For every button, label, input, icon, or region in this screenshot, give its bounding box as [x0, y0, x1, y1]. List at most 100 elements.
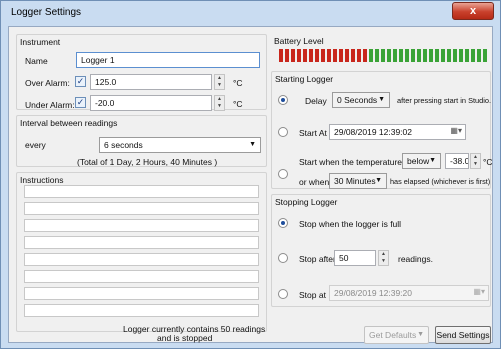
battery-segment — [375, 49, 379, 62]
stop-at-value: 29/08/2019 12:39:20 — [334, 288, 412, 298]
stop-when-full-label: Stop when the logger is full — [299, 219, 402, 229]
battery-segment — [459, 49, 463, 62]
or-when-select-value: 30 Minutes — [334, 176, 376, 186]
battery-segment — [357, 49, 361, 62]
send-settings-button[interactable]: Send Settings — [435, 326, 491, 344]
battery-level-label: Battery Level — [274, 36, 324, 46]
battery-segment — [381, 49, 385, 62]
over-alarm-stepper[interactable]: ▲ ▼ — [214, 74, 225, 90]
instructions-line[interactable] — [24, 185, 259, 198]
calendar-icon[interactable]: ▦▾ — [450, 126, 462, 136]
battery-segment — [303, 49, 307, 62]
instrument-group-title: Instrument — [20, 37, 61, 47]
spin-down-icon: ▼ — [217, 82, 222, 88]
instructions-line[interactable] — [24, 219, 259, 232]
stop-at-radio[interactable] — [278, 289, 288, 299]
under-alarm-unit: °C — [233, 99, 243, 109]
battery-segment — [327, 49, 331, 62]
temperature-condition-value: below — [407, 156, 430, 166]
start-temperature-field[interactable]: -38.0 — [445, 153, 469, 169]
stop-after-suffix: readings. — [398, 254, 433, 264]
get-defaults-button[interactable]: Get Defaults ▼ — [364, 326, 429, 344]
stop-at-datetime-field[interactable]: 29/08/2019 12:39:20 ▦▾ — [329, 285, 489, 301]
instructions-line[interactable] — [24, 202, 259, 215]
battery-segment — [441, 49, 445, 62]
battery-segment — [477, 49, 481, 62]
battery-segment — [321, 49, 325, 62]
stop-after-label: Stop after — [299, 254, 336, 264]
battery-segment — [363, 49, 367, 62]
battery-segment — [309, 49, 313, 62]
interval-select-value: 6 seconds — [104, 140, 143, 150]
spin-up-icon: ▲ — [217, 96, 222, 102]
battery-segment — [315, 49, 319, 62]
get-defaults-label: Get Defaults — [369, 330, 417, 340]
delay-suffix: after pressing start in Studio. — [397, 96, 492, 105]
battery-segment — [453, 49, 457, 62]
interval-total: (Total of 1 Day, 2 Hours, 40 Minutes ) — [77, 157, 218, 167]
battery-segment — [471, 49, 475, 62]
under-alarm-checkbox[interactable]: ✓ — [75, 97, 86, 108]
chevron-down-icon: ▼ — [375, 177, 382, 184]
over-alarm-field[interactable]: 125.0 — [90, 74, 212, 90]
under-alarm-label: Under Alarm: — [25, 100, 75, 110]
window-title: Logger Settings — [11, 7, 82, 18]
stopping-logger-title: Stopping Logger — [275, 197, 338, 207]
spin-down-icon: ▼ — [217, 103, 222, 109]
spin-down-icon: ▼ — [381, 258, 386, 264]
battery-level-bar — [279, 49, 491, 62]
delay-label: Delay — [305, 96, 327, 106]
dialog-body: Instrument Name Logger 1 Over Alarm: ✓ 1… — [8, 26, 493, 344]
temperature-condition-select[interactable]: below ▼ — [402, 153, 441, 169]
stop-after-field[interactable]: 50 — [334, 250, 376, 266]
spin-up-icon: ▲ — [473, 154, 478, 160]
instructions-line[interactable] — [24, 253, 259, 266]
or-when-select[interactable]: 30 Minutes ▼ — [329, 173, 387, 189]
start-at-datetime-field[interactable]: 29/08/2019 12:39:02 ▦▾ — [329, 124, 466, 140]
battery-segment — [351, 49, 355, 62]
over-alarm-checkbox[interactable]: ✓ — [75, 76, 86, 87]
under-alarm-field[interactable]: -20.0 — [90, 95, 212, 111]
stop-when-full-radio[interactable] — [278, 218, 288, 228]
spin-up-icon: ▲ — [381, 251, 386, 257]
interval-select[interactable]: 6 seconds ▼ — [99, 137, 261, 153]
chevron-down-icon: ▼ — [249, 141, 256, 148]
battery-segment — [483, 49, 487, 62]
instructions-group-title: Instructions — [20, 175, 64, 185]
calendar-icon[interactable]: ▦▾ — [473, 287, 485, 297]
logger-settings-window: Logger Settings x Instrument Name Logger… — [0, 0, 501, 349]
battery-segment — [399, 49, 403, 62]
instructions-line[interactable] — [24, 287, 259, 300]
battery-segment — [291, 49, 295, 62]
stop-after-radio[interactable] — [278, 253, 288, 263]
delay-select[interactable]: 0 Seconds ▼ — [332, 92, 390, 108]
chevron-down-icon: ▼ — [429, 157, 436, 164]
start-at-label: Start At — [299, 128, 327, 138]
stop-after-stepper[interactable]: ▲ ▼ — [378, 250, 389, 266]
battery-segment — [369, 49, 373, 62]
start-at-radio[interactable] — [278, 127, 288, 137]
instructions-line[interactable] — [24, 304, 259, 317]
start-at-value: 29/08/2019 12:39:02 — [334, 127, 412, 137]
instructions-line[interactable] — [24, 236, 259, 249]
battery-segment — [285, 49, 289, 62]
under-alarm-stepper[interactable]: ▲ ▼ — [214, 95, 225, 111]
status-line-2: and is stopped — [157, 333, 213, 343]
battery-segment — [465, 49, 469, 62]
battery-segment — [393, 49, 397, 62]
interval-group-title: Interval between readings — [20, 118, 118, 128]
over-alarm-unit: °C — [233, 78, 243, 88]
battery-segment — [387, 49, 391, 62]
start-temperature-stepper[interactable]: ▲ ▼ — [470, 153, 481, 169]
elapsed-label: has elapsed (whichever is first) — [390, 177, 491, 186]
spin-up-icon: ▲ — [217, 75, 222, 81]
chevron-down-icon: ▼ — [378, 96, 385, 103]
close-button[interactable]: x — [452, 2, 494, 20]
stop-at-label: Stop at — [299, 290, 326, 300]
instructions-line[interactable] — [24, 270, 259, 283]
over-alarm-label: Over Alarm: — [25, 78, 70, 88]
name-field[interactable]: Logger 1 — [76, 52, 260, 68]
start-delay-radio[interactable] — [278, 95, 288, 105]
spin-down-icon: ▼ — [473, 161, 478, 167]
start-temperature-radio[interactable] — [278, 169, 288, 179]
